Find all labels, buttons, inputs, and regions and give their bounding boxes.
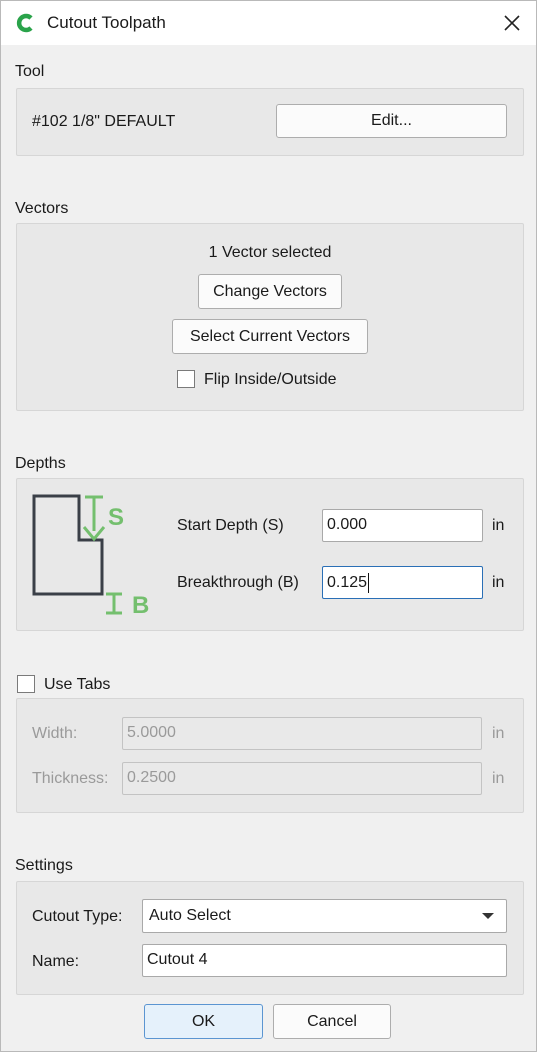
use-tabs-label: Use Tabs <box>44 676 111 693</box>
tabs-group: Width: 5.0000 in Thickness: 0.2500 in <box>16 698 524 813</box>
use-tabs-checkbox[interactable] <box>17 675 35 693</box>
change-vectors-button[interactable]: Change Vectors <box>198 274 342 309</box>
close-icon[interactable] <box>500 11 524 35</box>
tab-width-input: 5.0000 <box>122 717 482 750</box>
tab-thickness-unit: in <box>492 770 505 787</box>
tool-section-label: Tool <box>15 63 45 80</box>
app-logo-icon <box>16 13 33 33</box>
settings-section-label: Settings <box>15 857 73 874</box>
edit-tool-button[interactable]: Edit... <box>276 104 507 138</box>
cutout-type-select[interactable]: Auto Select <box>142 899 507 933</box>
flip-inside-outside-checkbox[interactable] <box>177 370 195 388</box>
settings-group: Cutout Type: Auto Select Name: Cutout 4 <box>16 881 524 995</box>
tool-group: #102 1/8" DEFAULT Edit... <box>16 88 524 156</box>
tab-width-label: Width: <box>32 725 78 742</box>
flip-inside-outside-label: Flip Inside/Outside <box>204 371 337 388</box>
ok-button[interactable]: OK <box>144 1004 263 1039</box>
start-depth-input[interactable]: 0.000 <box>322 509 483 542</box>
vectors-group: 1 Vector selected Change Vectors Select … <box>16 223 524 411</box>
breakthrough-label: Breakthrough (B) <box>177 574 299 591</box>
breakthrough-input[interactable]: 0.125 <box>322 566 483 599</box>
title-bar: Cutout Toolpath <box>1 1 536 45</box>
cutout-toolpath-dialog: Cutout Toolpath Tool #102 1/8" DEFAULT E… <box>0 0 537 1052</box>
start-depth-unit: in <box>492 517 505 534</box>
name-label: Name: <box>32 953 80 970</box>
diagram-start-letter: S <box>108 504 124 531</box>
depth-diagram-icon: S B <box>32 494 149 619</box>
tab-thickness-input: 0.2500 <box>122 762 482 795</box>
vector-selection-status: 1 Vector selected <box>208 244 332 261</box>
cutout-type-label: Cutout Type: <box>32 908 123 925</box>
name-input[interactable]: Cutout 4 <box>142 944 507 977</box>
depths-group: S B Start Depth (S) 0.000 in Breakthroug… <box>16 478 524 631</box>
diagram-break-letter: B <box>132 592 149 619</box>
chevron-down-icon <box>482 913 494 919</box>
window-title: Cutout Toolpath <box>47 13 166 32</box>
vectors-section-label: Vectors <box>15 200 69 217</box>
start-depth-label: Start Depth (S) <box>177 517 284 534</box>
select-current-vectors-button[interactable]: Select Current Vectors <box>172 319 368 354</box>
tab-thickness-label: Thickness: <box>32 770 109 787</box>
tab-width-unit: in <box>492 725 505 742</box>
cancel-button[interactable]: Cancel <box>273 1004 391 1039</box>
tool-name: #102 1/8" DEFAULT <box>32 113 176 130</box>
depths-section-label: Depths <box>15 455 66 472</box>
breakthrough-unit: in <box>492 574 505 591</box>
